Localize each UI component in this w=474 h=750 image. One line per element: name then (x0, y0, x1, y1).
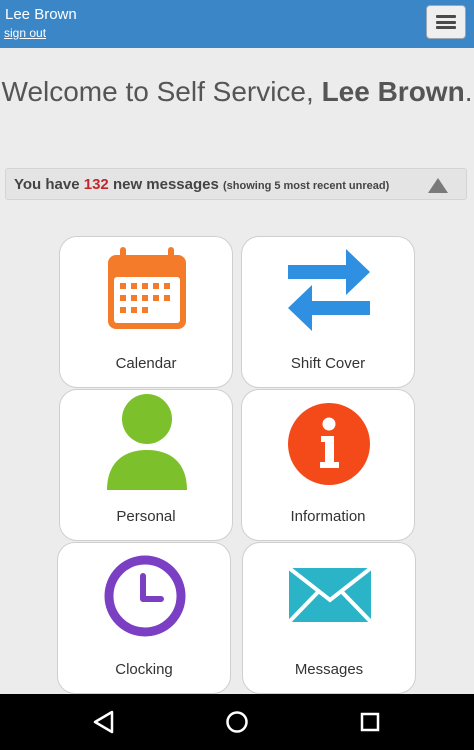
tile-label: Personal (116, 508, 176, 525)
app-header: Lee Brown sign out (0, 0, 474, 48)
messages-bar[interactable]: You have 132 new messages (showing 5 mos… (5, 168, 467, 200)
tile-label: Clocking (115, 661, 173, 678)
sign-out-link[interactable]: sign out (4, 26, 46, 40)
messages-note: (showing 5 most recent unread) (223, 180, 390, 192)
welcome-user-name: Lee Brown (321, 76, 465, 107)
messages-prefix: You have (14, 176, 84, 193)
person-icon (107, 394, 187, 490)
recents-square-icon[interactable] (356, 708, 384, 736)
tile-messages[interactable]: Messages (242, 542, 416, 694)
tile-label: Messages (294, 661, 364, 678)
user-name: Lee Brown (5, 6, 77, 23)
welcome-prefix: Welcome to Self Service, (1, 76, 322, 107)
messages-summary: You have 132 new messages (showing 5 mos… (14, 176, 389, 193)
tile-label: Calendar (115, 355, 177, 372)
calendar-icon (108, 247, 186, 329)
tile-label: Shift Cover (290, 355, 366, 372)
swap-arrows-icon (288, 249, 370, 331)
back-triangle-icon[interactable] (90, 708, 118, 736)
tile-clocking[interactable]: Clocking (57, 542, 231, 694)
welcome-suffix: . (464, 76, 473, 107)
tile-label: Information (290, 508, 366, 525)
tile-shift-cover[interactable]: Shift Cover (241, 236, 415, 388)
envelope-icon (288, 566, 372, 624)
collapse-triangle-icon[interactable] (428, 178, 448, 193)
messages-count: 132 (83, 176, 109, 193)
tile-personal[interactable]: Personal (59, 389, 233, 541)
messages-suffix: new messages (108, 176, 219, 193)
home-circle-icon[interactable] (223, 708, 251, 736)
welcome-heading: Welcome to Self Service, Lee Brown. (0, 74, 474, 109)
tile-calendar[interactable]: Calendar (59, 236, 233, 388)
tile-information[interactable]: Information (241, 389, 415, 541)
clock-icon (104, 555, 186, 637)
info-icon (288, 403, 370, 485)
hamburger-menu-icon (436, 15, 456, 29)
menu-button[interactable] (426, 5, 466, 39)
system-navigation-bar (0, 694, 474, 750)
